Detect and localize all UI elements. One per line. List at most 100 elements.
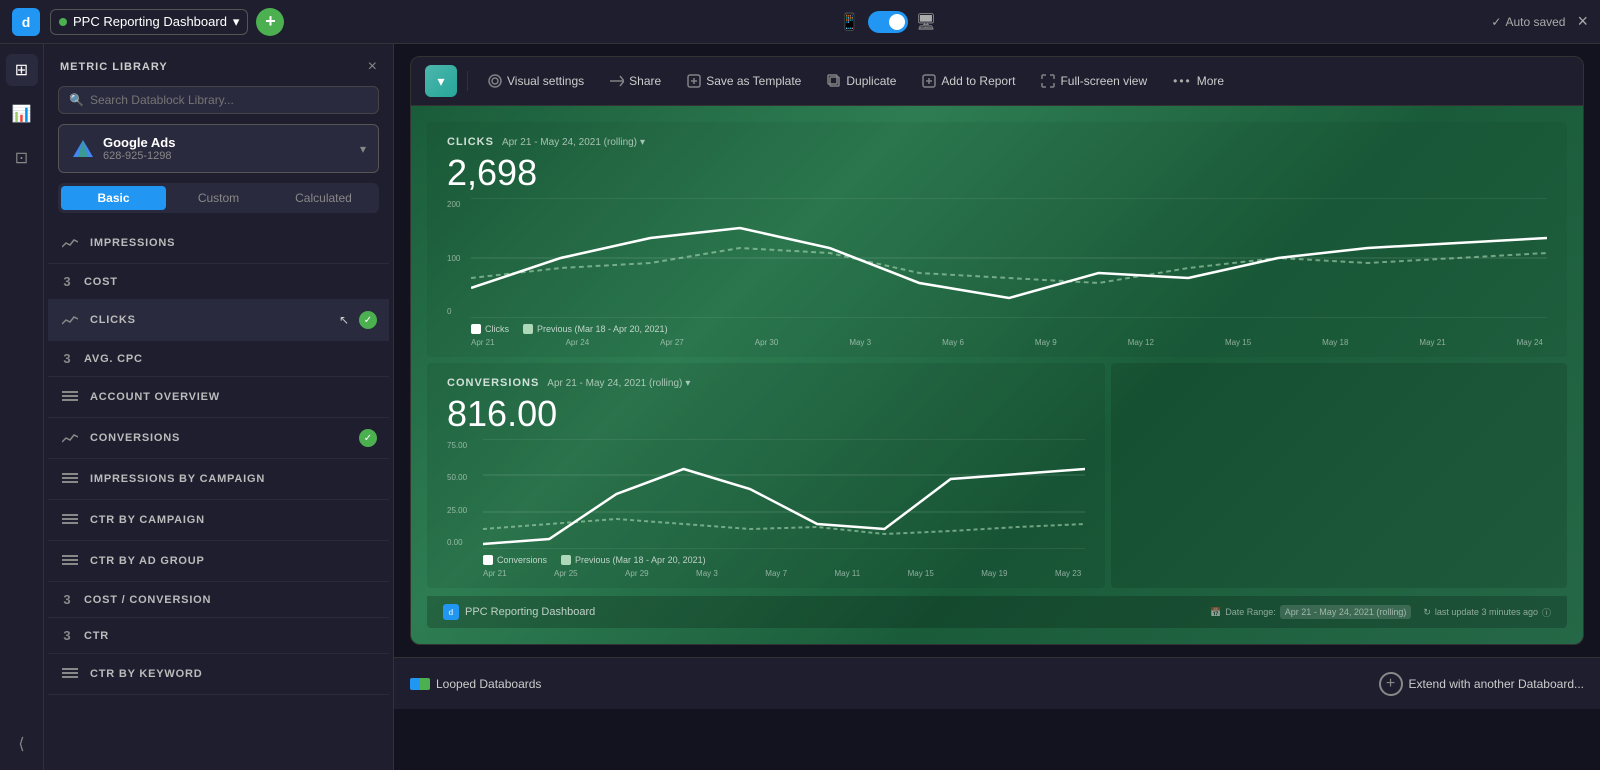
footer-date-range: 📅 Date Range: Apr 21 - May 24, 2021 (rol… <box>1210 605 1411 619</box>
conv-x-apr21: Apr 21 <box>483 569 507 578</box>
clicks-metric-label: CLICKS <box>447 136 494 148</box>
add-datablock-button[interactable]: + <box>256 8 284 36</box>
clicks-date-range[interactable]: Apr 21 - May 24, 2021 (rolling) ▾ <box>502 137 645 148</box>
data-source-expand-icon[interactable]: ▾ <box>360 142 366 156</box>
conversions-date-range[interactable]: Apr 21 - May 24, 2021 (rolling) ▾ <box>547 378 690 389</box>
conversions-x-axis: Apr 21 Apr 25 Apr 29 May 3 May 7 May 11 … <box>447 569 1085 578</box>
metric-label-conversions: CONVERSIONS <box>90 432 349 444</box>
sidebar-item-layers[interactable]: ⊡ <box>6 142 38 174</box>
clicks-y-0: 0 <box>447 307 460 316</box>
tab-basic[interactable]: Basic <box>61 186 166 210</box>
conv-x-may7: May 7 <box>765 569 787 578</box>
app-logo: d <box>12 8 40 36</box>
search-input[interactable] <box>90 93 368 107</box>
more-label: More <box>1197 74 1224 88</box>
save-as-template-button[interactable]: Save as Template <box>677 68 811 94</box>
conversions-legend-current: Conversions <box>483 555 547 565</box>
conv-x-apr29: Apr 29 <box>625 569 649 578</box>
conv-y-25: 25.00 <box>447 506 467 515</box>
conv-y-0: 0.00 <box>447 538 467 547</box>
duplicate-button[interactable]: Duplicate <box>817 68 906 94</box>
status-dot <box>59 18 67 26</box>
legend-label-conv: Conversions <box>497 555 547 565</box>
looped-label: Looped Databoards <box>436 677 541 691</box>
metric-item-ctr-by-keyword[interactable]: CTR BY KEYWORD <box>48 654 389 695</box>
metric-label-cost: COST <box>84 276 377 288</box>
clicks-legend-current: Clicks <box>471 324 509 334</box>
clicks-x-may9: May 9 <box>1035 338 1057 347</box>
clicks-x-apr30: Apr 30 <box>755 338 779 347</box>
metric-item-ctr-by-campaign[interactable]: CTR BY CAMPAIGN <box>48 500 389 541</box>
looped-databoards: Looped Databoards <box>410 677 541 691</box>
device-switcher: 📱 🖥 <box>284 11 1491 33</box>
calendar-icon: 📅 <box>1210 607 1221 618</box>
clicks-header: CLICKS Apr 21 - May 24, 2021 (rolling) ▾ <box>447 136 1547 148</box>
full-screen-button[interactable]: Full-screen view <box>1031 68 1157 94</box>
dashboard-name-button[interactable]: PPC Reporting Dashboard ▾ <box>50 9 248 35</box>
chart-icon-clicks <box>60 310 80 330</box>
more-button[interactable]: ••• More <box>1163 68 1234 94</box>
clicks-date-chevron: ▾ <box>640 137 645 148</box>
extend-plus-icon: + <box>1379 672 1403 696</box>
visual-settings-button[interactable]: Visual settings <box>478 68 594 94</box>
device-toggle[interactable] <box>868 11 908 33</box>
add-to-report-button[interactable]: Add to Report <box>912 68 1025 94</box>
toolbar: ▾ Visual settings Share Save as Template <box>411 57 1583 106</box>
metric-item-cost-conversion[interactable]: 3 COST / CONVERSION <box>48 582 389 618</box>
metric-label-ctr-by-campaign: CTR BY CAMPAIGN <box>90 514 377 526</box>
chart-icon-conversions <box>60 428 80 448</box>
close-panel-button[interactable]: × <box>368 58 377 76</box>
empty-chart-section <box>1111 363 1567 588</box>
sidebar-item-expand[interactable]: ⟨ <box>6 728 38 760</box>
conv-x-may15: May 15 <box>908 569 934 578</box>
desktop-icon[interactable]: 🖥 <box>916 12 936 32</box>
metric-list: IMPRESSIONS 3 COST CLICKS ↖ ✓ 3 AVG. CPC <box>44 223 393 770</box>
extend-databoard-button[interactable]: + Extend with another Databoard... <box>1379 672 1584 696</box>
footer-date-range-label: Date Range: <box>1225 607 1276 617</box>
metric-item-impressions-by-campaign[interactable]: IMPRESSIONS BY CAMPAIGN <box>48 459 389 500</box>
clicks-x-may15: May 15 <box>1225 338 1251 347</box>
metric-item-clicks[interactable]: CLICKS ↖ ✓ <box>48 300 389 341</box>
legend-color-clicks <box>471 324 481 334</box>
clicks-y-200: 200 <box>447 200 460 209</box>
metric-item-avg-cpc[interactable]: 3 AVG. CPC <box>48 341 389 377</box>
clicks-svg <box>471 198 1547 318</box>
conversions-date-range-text: Apr 21 - May 24, 2021 (rolling) <box>547 378 682 389</box>
tab-custom[interactable]: Custom <box>166 186 271 210</box>
tab-calculated[interactable]: Calculated <box>271 186 376 210</box>
data-source-name: Google Ads <box>103 135 352 150</box>
metric-label-cost-conversion: COST / CONVERSION <box>84 594 377 606</box>
metric-label-clicks: CLICKS <box>90 314 349 326</box>
color-picker-button[interactable]: ▾ <box>425 65 457 97</box>
metric-item-impressions[interactable]: IMPRESSIONS <box>48 223 389 264</box>
sidebar-item-blocks[interactable]: ⊞ <box>6 54 38 86</box>
clicks-section: CLICKS Apr 21 - May 24, 2021 (rolling) ▾… <box>427 122 1567 357</box>
metric-item-account-overview[interactable]: ACCOUNT OVERVIEW <box>48 377 389 418</box>
metric-item-cost[interactable]: 3 COST <box>48 264 389 300</box>
footer-right: 📅 Date Range: Apr 21 - May 24, 2021 (rol… <box>1210 605 1551 619</box>
clicks-x-apr24: Apr 24 <box>566 338 590 347</box>
footer-last-update: ↻ last update 3 minutes ago ⓘ <box>1423 606 1551 619</box>
refresh-icon: ↻ <box>1423 607 1431 618</box>
metric-check-conversions: ✓ <box>359 429 377 447</box>
bottom-row: CONVERSIONS Apr 21 - May 24, 2021 (rolli… <box>427 363 1567 588</box>
search-box[interactable]: 🔍 <box>58 86 379 114</box>
icon-sidebar: ⊞ 📊 ⊡ ⟨ <box>0 44 44 770</box>
mobile-icon[interactable]: 📱 <box>840 12 860 32</box>
top-bar-right: ✓ Auto saved × <box>1491 11 1588 32</box>
footer-last-update-text: last update 3 minutes ago <box>1435 607 1538 617</box>
metric-item-ctr[interactable]: 3 CTR <box>48 618 389 654</box>
metric-item-conversions[interactable]: CONVERSIONS ✓ <box>48 418 389 459</box>
table-icon-ctr-campaign <box>60 510 80 530</box>
clicks-y-100: 100 <box>447 254 460 263</box>
sidebar-item-analytics[interactable]: 📊 <box>6 98 38 130</box>
clicks-x-may12: May 12 <box>1128 338 1154 347</box>
conversions-chart-canvas: 75.00 50.00 25.00 0.00 <box>447 439 1085 549</box>
share-button[interactable]: Share <box>600 68 671 94</box>
main-content: ⊞ 📊 ⊡ ⟨ METRIC LIBRARY × 🔍 Google Ads <box>0 44 1600 770</box>
autosaved-label: Auto saved <box>1505 15 1565 29</box>
clicks-x-apr27: Apr 27 <box>660 338 684 347</box>
close-window-button[interactable]: × <box>1577 11 1588 32</box>
metric-item-ctr-by-ad-group[interactable]: CTR BY AD GROUP <box>48 541 389 582</box>
data-source-card[interactable]: Google Ads 628-925-1298 ▾ <box>58 124 379 173</box>
